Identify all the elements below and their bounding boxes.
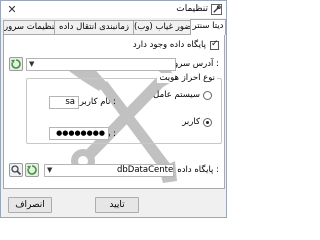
chevron-down-icon[interactable]: ▼ — [29, 59, 34, 70]
tab-datacenter[interactable]: دیتا سنتر — [190, 19, 226, 35]
cancel-button[interactable]: انصراف — [8, 197, 52, 213]
settings-window: ✕ تنظیمات تنظیمات سرور زمانبندی انتقال د… — [0, 0, 227, 218]
auth-os-label: سیستم عامل — [153, 90, 200, 100]
auth-user-radio[interactable] — [203, 118, 212, 127]
has-database-checkbox[interactable] — [210, 39, 219, 50]
refresh-database-button[interactable] — [25, 163, 39, 177]
auth-type-caption: نوع احراز هویت — [157, 73, 217, 83]
tab-transfer-schedule[interactable]: زمانبندی انتقال داده — [54, 20, 134, 34]
username-field[interactable]: sa — [49, 96, 79, 109]
server-address-combo[interactable]: ▼ — [26, 58, 176, 71]
password-field[interactable]: ●●●●●●●● — [49, 127, 109, 140]
tab-strip: تنظیمات سرور زمانبندی انتقال داده حضور غ… — [3, 19, 226, 35]
auth-os-radio[interactable] — [203, 91, 212, 100]
username-label: نام کاربری : — [73, 97, 116, 107]
search-icon — [11, 165, 22, 176]
title-bar: ✕ تنظیمات — [1, 1, 226, 18]
database-combo[interactable]: ▼ dbDataCenter — [44, 164, 174, 177]
server-address-label: آدرس سرور : — [170, 59, 219, 69]
settings-icon — [211, 4, 222, 15]
ok-button[interactable]: تایید — [95, 197, 139, 213]
tab-attendance-web[interactable]: حضور غیاب (وب) — [133, 20, 191, 34]
window-title: تنظیمات — [176, 4, 208, 14]
has-database-label: پایگاه داده وجود دارد — [132, 40, 206, 50]
tab-server-settings[interactable]: تنظیمات سرور — [3, 20, 55, 34]
close-icon[interactable]: ✕ — [5, 3, 19, 16]
refresh-icon[interactable] — [9, 57, 23, 71]
auth-user-label: کاربر — [182, 117, 200, 127]
refresh-icon — [27, 165, 37, 175]
database-label: پایگاه داده : — [177, 165, 219, 175]
chevron-down-icon[interactable]: ▼ — [47, 165, 52, 176]
search-database-button[interactable] — [9, 163, 23, 177]
datacenter-panel: پایگاه داده وجود دارد آدرس سرور : ▼ نوع … — [3, 34, 225, 189]
